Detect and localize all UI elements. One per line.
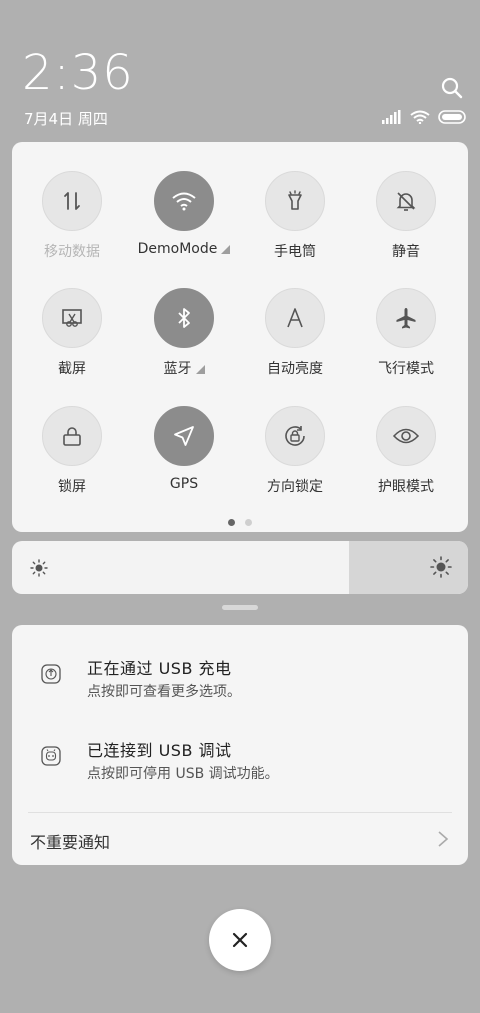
tile-auto-brightness[interactable]: 自动亮度	[240, 288, 350, 388]
eye-icon	[376, 406, 436, 466]
search-icon[interactable]	[440, 76, 464, 100]
tile-rotation-lock[interactable]: 方向锁定	[240, 406, 350, 506]
tile-label: 自动亮度	[267, 361, 323, 377]
tile-lock-screen[interactable]: 锁屏	[17, 406, 127, 506]
signal-icon	[382, 110, 401, 124]
tile-label: 方向锁定	[267, 479, 323, 495]
notification-usb-charging[interactable]: 正在通过 USB 充电 点按即可查看更多选项。	[12, 651, 468, 711]
usb-debug-icon	[41, 746, 61, 766]
page-indicator	[12, 519, 468, 526]
tile-label: GPS	[169, 476, 199, 492]
notification-usb-debugging[interactable]: 已连接到 USB 调试 点按即可停用 USB 调试功能。	[12, 733, 468, 793]
tile-mobile-data[interactable]: 移动数据	[17, 171, 127, 271]
wifi-icon	[154, 171, 214, 231]
page-dot[interactable]	[228, 519, 235, 526]
close-icon	[232, 932, 248, 948]
unimportant-notifications-link[interactable]: 不重要通知	[30, 829, 110, 853]
system-icons	[382, 108, 468, 126]
tile-wifi[interactable]: DemoMode	[129, 171, 239, 271]
notification-subtitle: 点按即可查看更多选项。	[87, 684, 241, 700]
tile-gps[interactable]: GPS	[129, 406, 239, 506]
tile-screenshot[interactable]: 截屏	[17, 288, 127, 388]
tile-label: 飞行模式	[378, 361, 434, 377]
chevron-right-icon[interactable]	[436, 829, 450, 849]
tile-label: 手电筒	[274, 244, 316, 260]
page-dot[interactable]	[245, 519, 252, 526]
battery-icon	[438, 110, 466, 124]
tile-bluetooth[interactable]: 蓝牙	[129, 288, 239, 388]
notification-subtitle: 点按即可停用 USB 调试功能。	[87, 766, 279, 782]
tile-label: DemoMode	[129, 241, 239, 257]
clock: 2:36	[22, 45, 134, 101]
tile-airplane[interactable]: 飞行模式	[351, 288, 461, 388]
expand-arrow-icon	[221, 244, 231, 254]
tile-label: 移动数据	[44, 244, 100, 260]
wifi-status-icon	[410, 110, 430, 124]
date: 7月4日 周四	[24, 110, 108, 128]
drag-handle[interactable]	[222, 605, 258, 610]
tile-mute[interactable]: 静音	[351, 171, 461, 271]
tile-label: 锁屏	[58, 479, 86, 495]
mobile-data-icon	[42, 171, 102, 231]
lock-icon	[42, 406, 102, 466]
tile-flashlight[interactable]: 手电筒	[240, 171, 350, 271]
brightness-high-icon	[430, 556, 452, 578]
notification-panel: 正在通过 USB 充电 点按即可查看更多选项。 已连接到 USB 调试 点按即可…	[12, 625, 468, 865]
expand-arrow-icon	[195, 364, 205, 374]
bluetooth-icon	[154, 288, 214, 348]
notification-title: 正在通过 USB 充电	[87, 659, 232, 678]
usb-charge-icon	[41, 664, 61, 684]
tile-label: 护眼模式	[378, 479, 434, 495]
quick-settings-panel: 移动数据 DemoMode 手电筒 静音 截屏 蓝牙 自动亮度 飞行模式 锁屏 …	[12, 142, 468, 532]
auto-brightness-icon	[265, 288, 325, 348]
tile-label: 蓝牙	[129, 358, 239, 378]
gps-icon	[154, 406, 214, 466]
rotation-lock-icon	[265, 406, 325, 466]
flashlight-icon	[265, 171, 325, 231]
clear-all-button[interactable]	[209, 909, 271, 971]
tile-label: 静音	[392, 244, 420, 260]
brightness-slider[interactable]	[12, 541, 468, 594]
divider	[28, 812, 452, 813]
status-bar: 2:36 7月4日 周四	[0, 0, 480, 140]
screenshot-icon	[42, 288, 102, 348]
bell-mute-icon	[376, 171, 436, 231]
tile-eye-care[interactable]: 护眼模式	[351, 406, 461, 506]
brightness-low-icon	[30, 559, 48, 577]
notification-title: 已连接到 USB 调试	[87, 741, 232, 760]
airplane-icon	[376, 288, 436, 348]
tile-label: 截屏	[58, 361, 86, 377]
